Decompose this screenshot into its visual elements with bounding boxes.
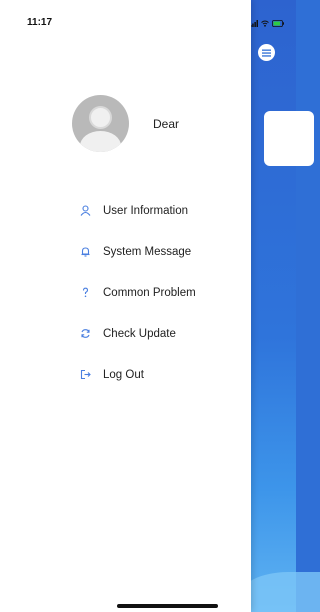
bell-icon [79, 246, 91, 258]
signal-icon [250, 20, 258, 27]
menu-label: Check Update [103, 327, 176, 340]
menu-item-user-information[interactable]: User Information [0, 190, 251, 231]
avatar[interactable] [72, 95, 129, 152]
menu-toggle-button[interactable] [258, 44, 275, 61]
profile-section[interactable]: Dear [72, 95, 179, 152]
status-time: 11:17 [27, 17, 53, 28]
question-icon [79, 287, 91, 299]
menu-item-log-out[interactable]: Log Out [0, 354, 251, 395]
menu-label: Log Out [103, 368, 144, 381]
menu-item-check-update[interactable]: Check Update [0, 313, 251, 354]
drawer-menu: User Information System Message Common P… [0, 190, 251, 395]
menu-item-system-message[interactable]: System Message [0, 231, 251, 272]
background-wave [240, 572, 320, 612]
hamburger-icon [262, 49, 271, 57]
menu-label: System Message [103, 245, 192, 258]
battery-icon [272, 20, 284, 27]
refresh-icon [79, 328, 91, 340]
status-icons [250, 20, 284, 27]
menu-label: User Information [103, 204, 189, 217]
wifi-icon [261, 20, 269, 27]
background-card [264, 111, 314, 166]
username: Dear [153, 116, 180, 131]
side-drawer: 11:17 Dear User Information System Messa… [0, 0, 251, 612]
avatar-head [89, 106, 112, 129]
user-icon [79, 205, 91, 217]
menu-item-common-problem[interactable]: Common Problem [0, 272, 251, 313]
logout-icon [79, 369, 91, 381]
avatar-body [80, 131, 121, 152]
home-indicator[interactable] [117, 604, 218, 608]
menu-label: Common Problem [103, 286, 196, 299]
